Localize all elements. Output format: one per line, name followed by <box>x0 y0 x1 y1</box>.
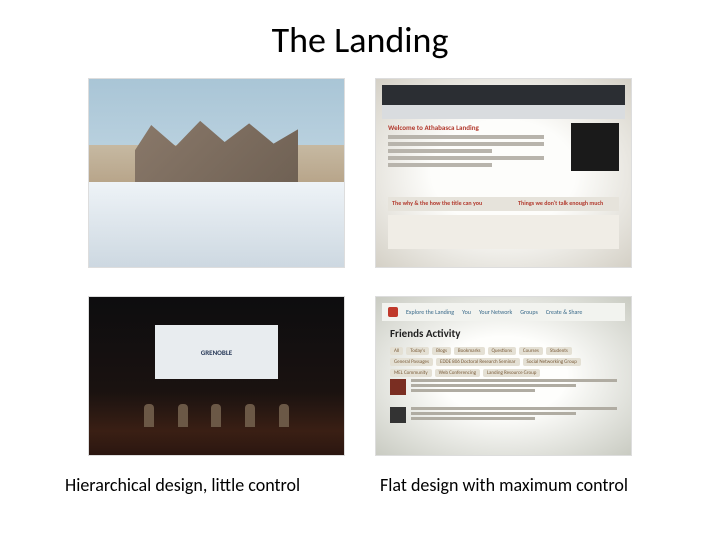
tab-groups: Groups <box>520 308 538 316</box>
tab-you: You <box>462 308 471 316</box>
text-line <box>388 163 492 167</box>
image-bottom-left-conference: GRENOBLE <box>88 296 345 456</box>
text-line <box>411 412 576 415</box>
caption-right: Flat design with maximum control <box>360 474 680 496</box>
band-link-left: The why & the how the title can you <box>392 199 482 207</box>
slide-title: The Landing <box>0 0 720 72</box>
activity-heading: Friends Activity <box>390 327 461 340</box>
chip: Today's <box>406 347 429 355</box>
chip: Blogs <box>432 347 451 355</box>
text-line <box>411 384 576 387</box>
tab-network: Your Network <box>479 308 512 316</box>
welcome-heading: Welcome to Athabasca Landing <box>388 123 561 132</box>
avatar <box>390 379 406 395</box>
sidebar-image-box <box>571 123 619 171</box>
caption-row: Hierarchical design, little control Flat… <box>0 456 720 496</box>
chip: General Passages <box>390 358 433 366</box>
activity-row <box>390 379 617 401</box>
text-line <box>411 407 617 410</box>
chip: Students <box>546 347 572 355</box>
projection-screen-text: GRENOBLE <box>201 348 232 357</box>
chip: Social Networking Group <box>523 358 581 366</box>
avatar <box>390 407 406 423</box>
activity-text <box>411 407 617 422</box>
image-top-right-website: Welcome to Athabasca Landing The why & t… <box>375 78 632 268</box>
chip: Bookmarks <box>454 347 485 355</box>
projection-screen: GRENOBLE <box>155 325 277 379</box>
panelist <box>211 404 221 426</box>
site-nav-bar <box>382 105 625 119</box>
text-line <box>388 142 544 146</box>
panelist <box>245 404 255 426</box>
caption-left: Hierarchical design, little control <box>40 474 360 496</box>
text-line <box>411 379 617 382</box>
text-line <box>411 389 535 392</box>
image-top-left-winter-building <box>88 78 345 268</box>
chip: Courses <box>519 347 543 355</box>
site-logo-icon <box>388 307 398 317</box>
band-link-right: Things we don't talk enough much <box>518 199 603 207</box>
site-header-bar <box>382 85 625 105</box>
text-line <box>411 417 535 420</box>
panelist <box>178 404 188 426</box>
chip: Web Conferencing <box>435 369 480 377</box>
text-line <box>388 156 544 160</box>
content-band-lower <box>388 215 619 249</box>
text-line <box>388 135 544 139</box>
text-line <box>388 149 492 153</box>
panelist <box>144 404 154 426</box>
chip: EDDE 806 Doctoral Research Seminar <box>436 358 520 366</box>
stage-panel <box>135 404 298 426</box>
image-grid: Welcome to Athabasca Landing The why & t… <box>0 78 720 456</box>
content-band: The why & the how the title can you Thin… <box>388 197 619 211</box>
site-content: Welcome to Athabasca Landing <box>388 123 561 170</box>
activity-row <box>390 407 617 429</box>
chip: Questions <box>488 347 516 355</box>
filter-chips: All Today's Blogs Bookmarks Questions Co… <box>390 347 581 377</box>
image-bottom-right-activity: Explore the Landing You Your Network Gro… <box>375 296 632 456</box>
tab-create: Create & Share <box>546 308 583 316</box>
activity-text <box>411 379 617 394</box>
tab-explore: Explore the Landing <box>406 308 454 316</box>
chip: Landing Resource Group <box>483 369 540 377</box>
tab-bar: Explore the Landing You Your Network Gro… <box>382 303 625 321</box>
panelist <box>279 404 289 426</box>
chip: MEL Community <box>390 369 432 377</box>
chip: All <box>390 347 403 355</box>
